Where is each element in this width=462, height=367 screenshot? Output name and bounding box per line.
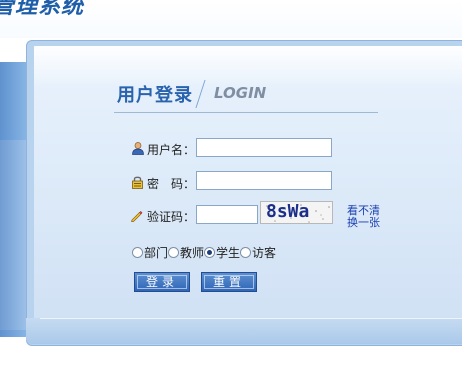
role-option-teacher[interactable]: 教师 (168, 246, 204, 260)
captcha-text: 8sWa (266, 201, 310, 222)
role-option-department[interactable]: 部门 (132, 246, 168, 260)
reset-button-label: 重置 (212, 275, 245, 289)
captcha-image[interactable]: 8sWa (260, 201, 333, 224)
captcha-label: 验证码： (147, 210, 196, 224)
password-label: 密 码： (147, 177, 196, 191)
pencil-icon (130, 207, 143, 226)
radio-department[interactable] (132, 247, 143, 258)
login-panel-footer-line (40, 318, 462, 319)
title-underline (114, 112, 378, 113)
role-option-visitor[interactable]: 访客 (240, 246, 276, 260)
user-icon (131, 140, 145, 159)
radio-student[interactable] (204, 247, 216, 258)
captcha-input[interactable] (196, 205, 258, 224)
refresh-captcha-link[interactable]: 看不清 换一张 (347, 205, 387, 229)
password-input[interactable] (196, 171, 332, 190)
role-radio-group: 部门 教师 学生 访客 (132, 244, 276, 261)
login-panel-gloss (34, 46, 462, 86)
radio-teacher[interactable] (168, 247, 180, 258)
login-button-label: 登录 (145, 275, 178, 289)
system-title: 管理系统 (0, 0, 85, 19)
login-panel-footer (26, 318, 462, 344)
left-decoration-lower (0, 140, 26, 330)
reset-button[interactable]: 重置 (201, 272, 257, 292)
radio-visitor[interactable] (240, 247, 252, 258)
role-option-student[interactable]: 学生 (204, 246, 240, 260)
login-title: 用户登录 (117, 85, 193, 106)
username-label: 用户名： (147, 143, 196, 157)
login-button[interactable]: 登录 (134, 272, 190, 292)
page-header: 管理系统 (0, 0, 462, 38)
refresh-link-line2: 换一张 (347, 216, 380, 229)
login-subtitle: LOGIN (214, 84, 267, 102)
username-input[interactable] (196, 138, 332, 157)
lock-icon (131, 174, 144, 193)
